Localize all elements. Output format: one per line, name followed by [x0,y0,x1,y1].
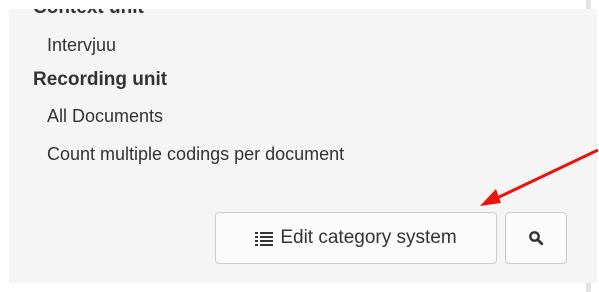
search-button[interactable] [505,212,567,264]
recording-unit-value-0: All Documents [47,106,164,126]
list-icon [255,232,274,246]
recording-unit-heading: Recording unit [33,69,168,90]
edit-category-system-label: Edit category system [280,227,457,248]
context-unit-value: Intervjuu [47,35,117,55]
context-unit-heading: Context unit [33,9,144,19]
recording-unit-value-1: Count multiple codings per document [47,144,345,164]
edit-category-system-button[interactable]: Edit category system [215,212,497,264]
search-icon [529,231,544,246]
